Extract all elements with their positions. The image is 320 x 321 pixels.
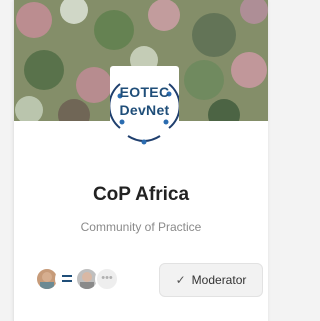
more-members-icon[interactable]: ••• [95,267,119,291]
community-subtitle: Community of Practice [80,220,202,234]
community-logo: EOTEC DevNet [110,66,179,146]
community-title[interactable]: CoP Africa [14,184,268,206]
check-icon: ✓ [175,273,186,287]
logo-line-1: EOTEC [119,84,170,100]
moderator-label: Moderator [191,273,247,287]
community-card[interactable]: EOTEC DevNet CoP Africa Community of Pra… [13,0,268,321]
moderator-button[interactable]: ✓ Moderator [159,263,263,297]
logo-line-2: DevNet [119,102,170,118]
